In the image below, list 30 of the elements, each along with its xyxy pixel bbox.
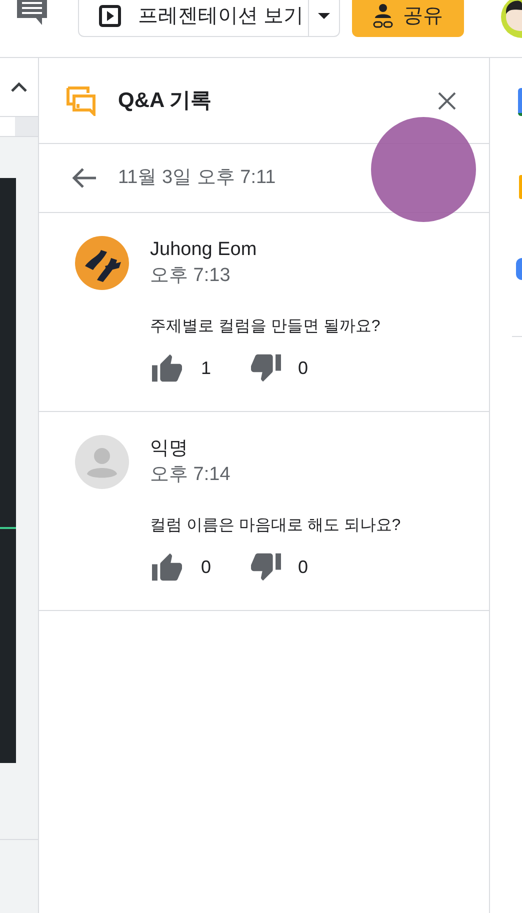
back-arrow-icon — [71, 167, 97, 189]
dislike-count: 0 — [298, 556, 308, 578]
author-name: Juhong Eom — [150, 238, 258, 262]
dislike-count: 0 — [298, 356, 308, 380]
question-text: 컬럼 이름은 마음대로 해도 되나요? — [150, 516, 401, 536]
thumbs-up-icon[interactable] — [150, 552, 184, 582]
question-time: 오후 7:14 — [150, 463, 232, 487]
question-text: 주제별로 컬럼을 만들면 될까요? — [150, 317, 380, 337]
avatar-icon — [75, 435, 129, 489]
panel-title: Q&A 기록 — [118, 88, 213, 114]
chat-icon — [66, 86, 96, 116]
play-icon — [99, 5, 121, 27]
thumbs-down-icon[interactable] — [249, 552, 283, 582]
like-count: 1 — [201, 356, 212, 380]
session-time: 11월 3일 오후 7:11 — [118, 166, 276, 190]
app-icon[interactable] — [518, 88, 522, 116]
thumbs-up-icon[interactable] — [150, 353, 184, 383]
author-name: 익명 — [150, 437, 189, 461]
caret-icon — [318, 13, 330, 19]
share-button[interactable]: 공유 — [352, 0, 464, 37]
comment-icon[interactable] — [17, 0, 47, 25]
like-count: 0 — [201, 556, 212, 578]
present-button[interactable]: 프레젠테이션 보기 — [79, 0, 308, 36]
app-icon[interactable] — [516, 258, 522, 280]
close-button[interactable] — [437, 90, 457, 110]
thumbs-down-icon[interactable] — [249, 353, 283, 383]
close-icon — [438, 92, 456, 110]
chevron-up-icon[interactable] — [11, 82, 27, 92]
avatar-icon — [75, 236, 129, 290]
question-time: 오후 7:13 — [150, 264, 232, 288]
